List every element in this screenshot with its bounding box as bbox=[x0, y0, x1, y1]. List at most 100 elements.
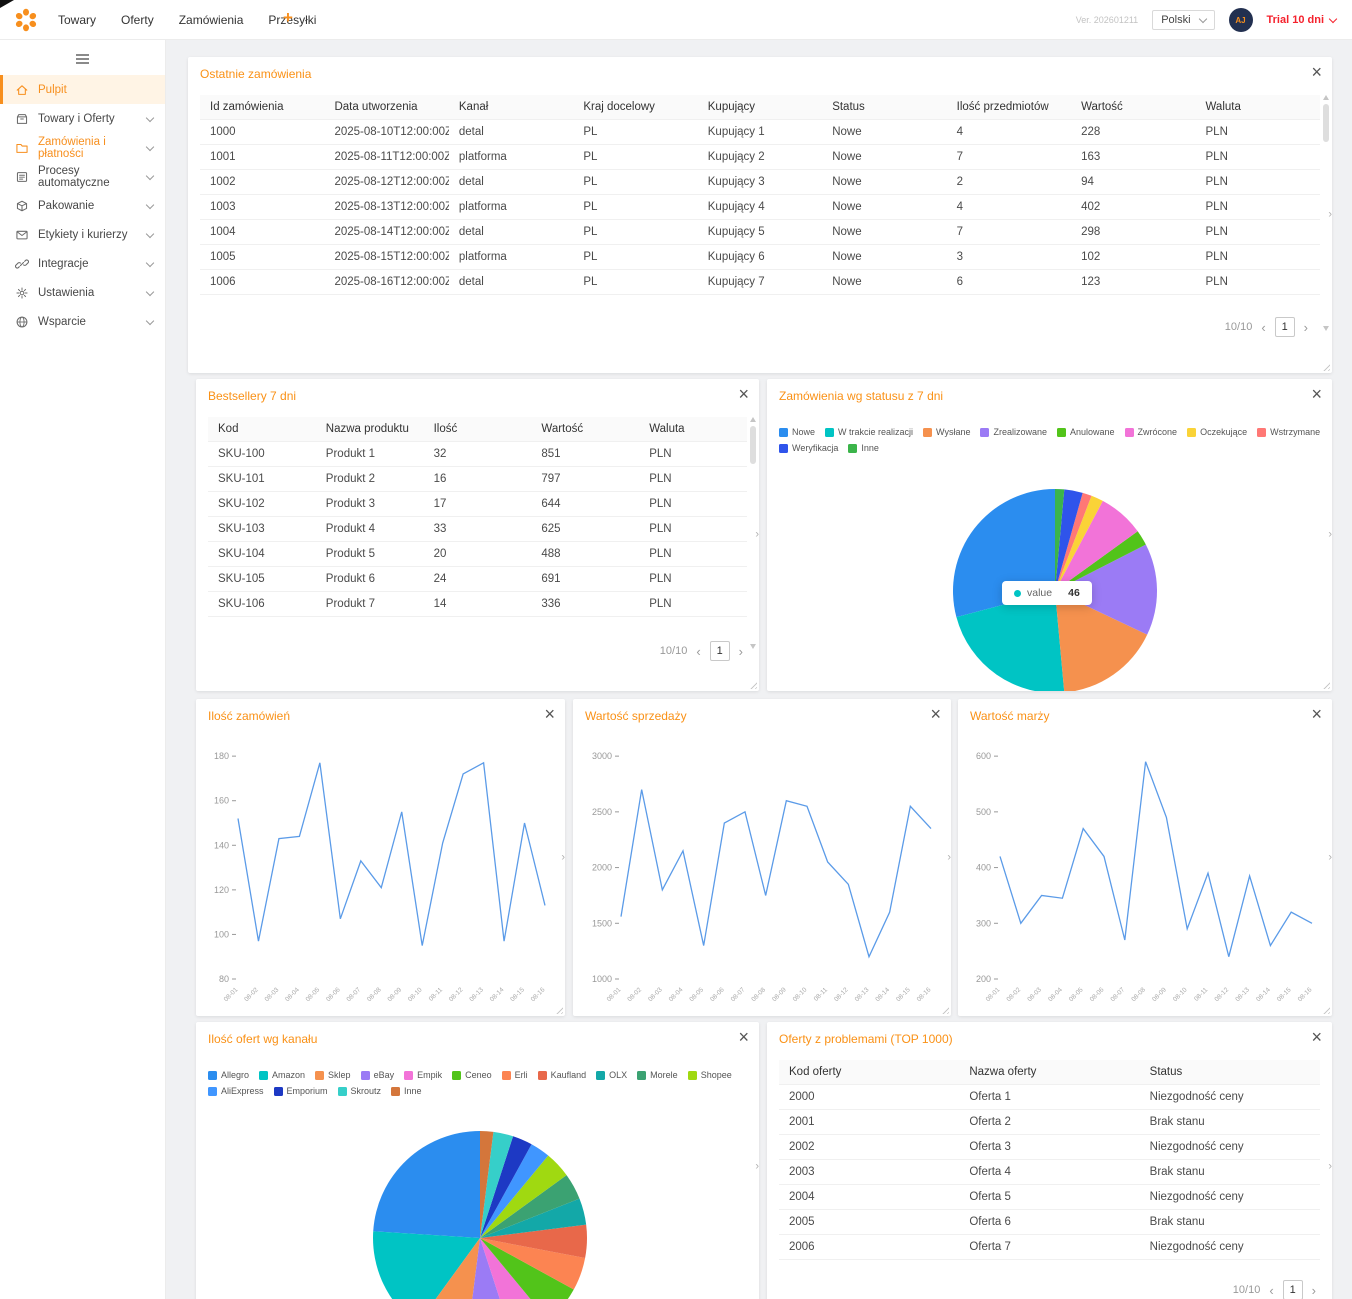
next-page-icon[interactable]: › bbox=[1304, 321, 1308, 334]
sidebar-item-integracje[interactable]: Integracje bbox=[0, 249, 165, 278]
legend-item-olx[interactable]: OLX bbox=[596, 1070, 627, 1080]
scroll-thumb[interactable] bbox=[750, 426, 756, 464]
table-row[interactable]: 2003Oferta 4Brak stanu bbox=[779, 1160, 1320, 1185]
table-cell: Niezgodność ceny bbox=[1140, 1185, 1320, 1210]
table-row[interactable]: 2005Oferta 6Brak stanu bbox=[779, 1210, 1320, 1235]
card-expand-icon[interactable]: › bbox=[755, 530, 759, 541]
prev-page-icon[interactable]: ‹ bbox=[1269, 1284, 1273, 1297]
legend-item-zrealizowane[interactable]: Zrealizowane bbox=[980, 427, 1047, 437]
resize-handle[interactable] bbox=[748, 680, 757, 689]
prev-page-icon[interactable]: ‹ bbox=[696, 645, 700, 658]
table-row[interactable]: 2002Oferta 3Niezgodność ceny bbox=[779, 1135, 1320, 1160]
avatar[interactable]: AJ bbox=[1229, 8, 1253, 32]
table-row[interactable]: 10002025-08-10T12:00:00ZdetalPLKupujący … bbox=[200, 120, 1320, 145]
card-expand-icon[interactable]: › bbox=[755, 1162, 759, 1173]
sidebar-item-wsparcie[interactable]: Wsparcie bbox=[0, 307, 165, 336]
sidebar-item-ustawienia[interactable]: Ustawienia bbox=[0, 278, 165, 307]
language-select[interactable]: Polski bbox=[1152, 10, 1214, 30]
sidebar-item-zamowienia-i-platnosci[interactable]: Zamówienia i płatności bbox=[0, 133, 165, 162]
table-row[interactable]: SKU-106Produkt 714336PLN bbox=[208, 592, 747, 617]
card-expand-icon[interactable]: › bbox=[1328, 530, 1332, 541]
table-row[interactable]: 10022025-08-12T12:00:00ZdetalPLKupujący … bbox=[200, 170, 1320, 195]
legend-item-w-trakcie-realizacji[interactable]: W trakcie realizacji bbox=[825, 427, 913, 437]
sidebar-item-procesy-automatyczne[interactable]: Procesy automatyczne bbox=[0, 162, 165, 191]
close-icon[interactable]: × bbox=[1311, 702, 1322, 727]
card-expand-icon[interactable]: › bbox=[1328, 1162, 1332, 1173]
scroll-down-icon[interactable] bbox=[1323, 326, 1329, 331]
close-icon[interactable]: × bbox=[1311, 1025, 1322, 1050]
table-row[interactable]: SKU-105Produkt 624691PLN bbox=[208, 567, 747, 592]
legend-item-nowe[interactable]: Nowe bbox=[779, 427, 815, 437]
scroll-down-icon[interactable] bbox=[750, 644, 756, 649]
table-row[interactable]: 2004Oferta 5Niezgodność ceny bbox=[779, 1185, 1320, 1210]
table-row[interactable]: 10052025-08-15T12:00:00ZplatformaPLKupuj… bbox=[200, 245, 1320, 270]
table-row[interactable]: SKU-104Produkt 520488PLN bbox=[208, 542, 747, 567]
sidebar-item-pulpit[interactable]: Pulpit bbox=[0, 75, 165, 104]
legend-item-emporium[interactable]: Emporium bbox=[274, 1086, 328, 1096]
close-icon[interactable]: × bbox=[930, 702, 941, 727]
table-row[interactable]: 10042025-08-14T12:00:00ZdetalPLKupujący … bbox=[200, 220, 1320, 245]
close-icon[interactable]: × bbox=[1311, 382, 1322, 407]
legend-item-empik[interactable]: Empik bbox=[404, 1070, 442, 1080]
table-row[interactable]: 2001Oferta 2Brak stanu bbox=[779, 1110, 1320, 1135]
table-row[interactable]: 2000Oferta 1Niezgodność ceny bbox=[779, 1085, 1320, 1110]
next-page-icon[interactable]: › bbox=[1312, 1284, 1316, 1297]
top-menu-towary[interactable]: Towary bbox=[58, 13, 96, 27]
legend-item-kaufland[interactable]: Kaufland bbox=[538, 1070, 587, 1080]
next-page-icon[interactable]: › bbox=[739, 645, 743, 658]
legend-item-oczekujace[interactable]: Oczekujące bbox=[1187, 427, 1247, 437]
top-menu-oferty[interactable]: Oferty bbox=[121, 13, 154, 27]
close-icon[interactable]: × bbox=[738, 382, 749, 407]
legend-item-erli[interactable]: Erli bbox=[502, 1070, 528, 1080]
legend-item-wyslane[interactable]: Wysłane bbox=[923, 427, 970, 437]
table-row[interactable]: SKU-101Produkt 216797PLN bbox=[208, 467, 747, 492]
table-row[interactable]: 2006Oferta 7Niezgodność ceny bbox=[779, 1235, 1320, 1260]
trial-badge[interactable]: Trial 10 dni bbox=[1267, 14, 1336, 26]
close-icon[interactable]: × bbox=[738, 1025, 749, 1050]
table-row[interactable]: SKU-102Produkt 317644PLN bbox=[208, 492, 747, 517]
scroll-thumb[interactable] bbox=[1323, 104, 1329, 142]
table-row[interactable]: SKU-103Produkt 433625PLN bbox=[208, 517, 747, 542]
page-number-button[interactable]: 1 bbox=[1275, 317, 1295, 337]
close-icon[interactable]: × bbox=[544, 702, 555, 727]
legend-item-morele[interactable]: Morele bbox=[637, 1070, 678, 1080]
legend-item-sklep[interactable]: Sklep bbox=[315, 1070, 351, 1080]
legend-item-ceneo[interactable]: Ceneo bbox=[452, 1070, 492, 1080]
table-row[interactable]: 10032025-08-13T12:00:00ZplatformaPLKupuj… bbox=[200, 195, 1320, 220]
legend-item-wstrzymane[interactable]: Wstrzymane bbox=[1257, 427, 1320, 437]
page-number-button[interactable]: 1 bbox=[710, 641, 730, 661]
page-number-button[interactable]: 1 bbox=[1283, 1280, 1303, 1299]
close-icon[interactable]: × bbox=[1311, 60, 1322, 85]
legend-item-skroutz[interactable]: Skroutz bbox=[338, 1086, 382, 1096]
resize-handle[interactable] bbox=[1321, 362, 1330, 371]
app-logo-icon[interactable] bbox=[13, 7, 39, 33]
legend-item-aliexpress[interactable]: AliExpress bbox=[208, 1086, 264, 1096]
legend-item-amazon[interactable]: Amazon bbox=[259, 1070, 305, 1080]
scroll-up-icon[interactable] bbox=[750, 417, 756, 422]
legend-item-allegro[interactable]: Allegro bbox=[208, 1070, 249, 1080]
legend-item-inne[interactable]: Inne bbox=[848, 443, 879, 453]
sidebar-collapse-button[interactable] bbox=[0, 47, 165, 71]
pie-slice-allegro[interactable] bbox=[373, 1131, 480, 1238]
legend-item-ebay[interactable]: eBay bbox=[361, 1070, 395, 1080]
add-button[interactable]: + bbox=[283, 9, 293, 26]
legend-item-weryfikacja[interactable]: Weryfikacja bbox=[779, 443, 838, 453]
card-expand-icon[interactable]: › bbox=[1328, 210, 1332, 221]
table-row[interactable]: 10012025-08-11T12:00:00ZplatformaPLKupuj… bbox=[200, 145, 1320, 170]
legend-item-inne[interactable]: Inne bbox=[391, 1086, 422, 1096]
legend-item-anulowane[interactable]: Anulowane bbox=[1057, 427, 1115, 437]
card-expand-icon[interactable]: › bbox=[1328, 852, 1332, 863]
legend-item-zwrocone[interactable]: Zwrócone bbox=[1125, 427, 1178, 437]
top-menu-zamowienia[interactable]: Zamówienia bbox=[179, 13, 244, 27]
sidebar-item-pakowanie[interactable]: Pakowanie bbox=[0, 191, 165, 220]
prev-page-icon[interactable]: ‹ bbox=[1261, 321, 1265, 334]
resize-handle[interactable] bbox=[1321, 680, 1330, 689]
table-row[interactable]: 10062025-08-16T12:00:00ZdetalPLKupujący … bbox=[200, 270, 1320, 295]
sidebar-item-towary-i-oferty[interactable]: Towary i Oferty bbox=[0, 104, 165, 133]
card-expand-icon[interactable]: › bbox=[947, 852, 951, 863]
card-expand-icon[interactable]: › bbox=[561, 852, 565, 863]
scroll-up-icon[interactable] bbox=[1323, 95, 1329, 100]
sidebar-item-etykiety-i-kurierzy[interactable]: Etykiety i kurierzy bbox=[0, 220, 165, 249]
legend-item-shopee[interactable]: Shopee bbox=[688, 1070, 732, 1080]
table-row[interactable]: SKU-100Produkt 132851PLN bbox=[208, 442, 747, 467]
